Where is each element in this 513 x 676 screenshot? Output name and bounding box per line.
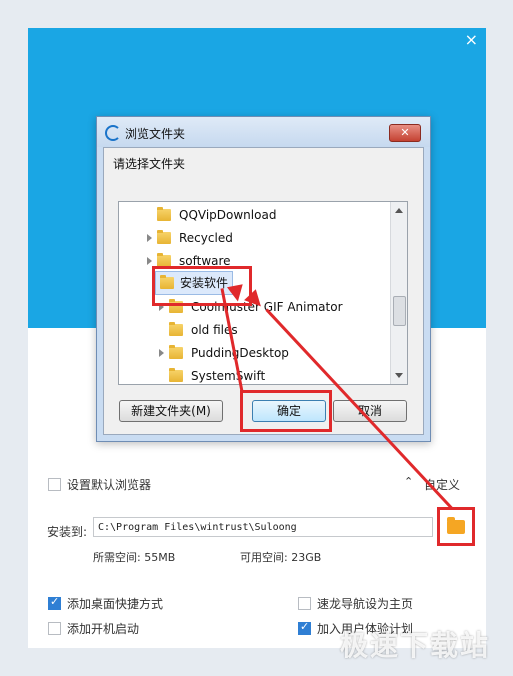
- tree-scrollbar[interactable]: [390, 202, 407, 384]
- arrow-head-icon: [227, 284, 246, 303]
- required-space: 所需空间: 55MB: [93, 551, 176, 564]
- desktop-shortcut-checkbox[interactable]: [48, 595, 61, 610]
- install-path-input[interactable]: C:\Program Files\wintrust\Suloong: [93, 517, 433, 537]
- default-browser-checkbox[interactable]: [48, 478, 61, 491]
- startup-label: 添加开机启动: [67, 622, 140, 636]
- homepage-checkbox[interactable]: [298, 597, 311, 610]
- folder-icon: [169, 345, 183, 359]
- folder-icon: [169, 322, 183, 336]
- expand-arrow-icon[interactable]: [159, 349, 164, 357]
- dialog-close-button[interactable]: ✕: [389, 124, 421, 142]
- folder-icon: [169, 368, 183, 382]
- folder-icon: [157, 230, 171, 244]
- available-space: 可用空间: 23GB: [240, 551, 322, 564]
- app-logo-icon: [105, 125, 121, 141]
- scroll-down-icon[interactable]: [395, 373, 403, 378]
- install-to-label: 安装到:: [47, 525, 88, 539]
- dialog-prompt: 请选择文件夹: [113, 157, 186, 171]
- scroll-up-icon[interactable]: [395, 208, 403, 213]
- site-watermark: 极速下载站: [340, 629, 491, 662]
- folder-icon: [157, 207, 171, 221]
- dialog-title: 浏览文件夹: [125, 127, 186, 141]
- default-browser-label: 设置默认浏览器: [67, 478, 152, 492]
- highlight-box-ok-button: [240, 390, 332, 432]
- expand-arrow-icon[interactable]: [147, 234, 152, 242]
- startup-checkbox[interactable]: [48, 622, 61, 635]
- close-icon[interactable]: ×: [465, 32, 478, 48]
- chevron-up-icon[interactable]: ⌃: [404, 475, 413, 488]
- desktop-shortcut-label: 添加桌面快捷方式: [67, 597, 164, 611]
- scroll-thumb[interactable]: [393, 296, 406, 326]
- new-folder-button[interactable]: 新建文件夹(M): [119, 400, 223, 422]
- expand-arrow-icon[interactable]: [147, 257, 152, 265]
- homepage-label: 速龙导航设为主页: [317, 597, 414, 611]
- ux-program-checkbox[interactable]: [298, 620, 311, 635]
- highlight-box-browse-button: [437, 507, 475, 546]
- dialog-titlebar[interactable]: 浏览文件夹 ✕: [97, 117, 430, 147]
